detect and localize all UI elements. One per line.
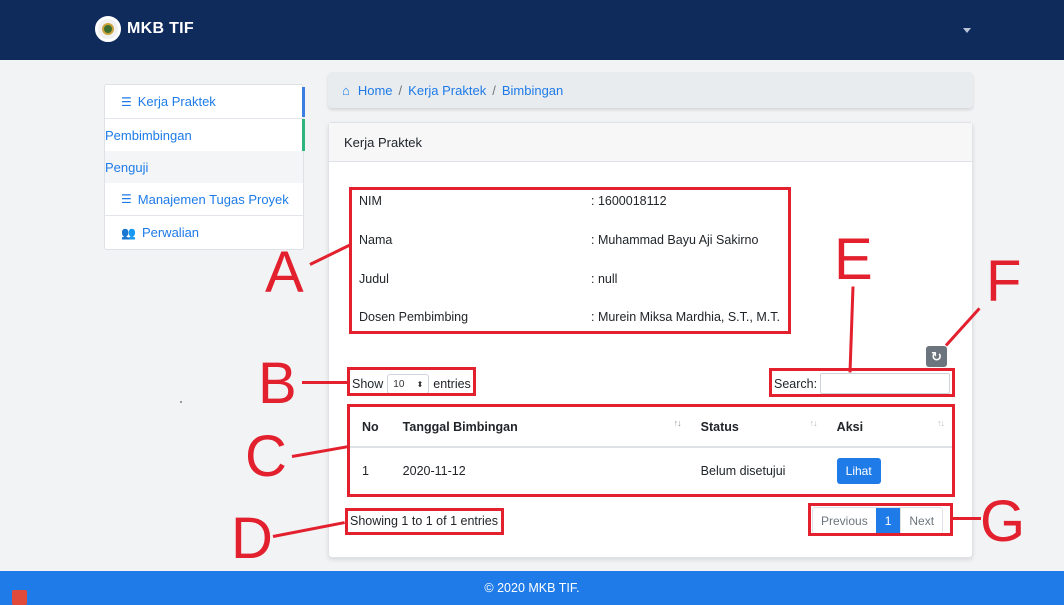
annotation-box-g [808,503,953,536]
breadcrumb-separator: / [492,82,496,98]
top-navbar: MKB TIF [0,0,1064,60]
card-title: Kerja Praktek [329,123,972,162]
annotation-line-b [302,381,348,384]
sidebar-item-kerja-praktek[interactable]: ☰ Kerja Praktek [105,85,305,119]
sidebar-subitem-penguji[interactable]: Penguji [105,151,303,183]
annotation-box-b [347,367,476,396]
annotation-label-e: E [834,227,873,292]
university-logo-icon [95,16,121,42]
annotation-label-b: B [258,351,297,416]
refresh-icon: ↻ [931,348,942,364]
annotation-box-c [347,404,955,497]
app-corner-icon[interactable] [12,590,27,605]
refresh-button[interactable]: ↻ [926,346,947,367]
brand-name: MKB TIF [127,20,194,37]
sidebar-item-label: Kerja Praktek [137,94,216,109]
sidebar-item-label: Manajemen Tugas Proyek [137,191,289,207]
user-dropdown-caret-icon[interactable] [963,28,971,33]
annotation-box-d [345,508,504,535]
annotation-box-e [769,368,955,397]
sidebar-item-label: Penguji [105,159,149,175]
users-icon: 👥 [121,225,136,240]
annotation-line-g [953,517,981,520]
brand-link[interactable]: MKB TIF [95,16,194,42]
footer: © 2020 MKB TIF. [0,571,1064,605]
list-icon: ☰ [121,94,132,109]
breadcrumb-separator: / [398,82,403,98]
sidebar-item-label: Pembimbingan [105,127,192,143]
annotation-label-f: F [986,249,1022,314]
annotation-label-d: D [231,506,273,571]
list-icon: ☰ [121,192,132,206]
breadcrumb: ⌂ Home / Kerja Praktek / Bimbingan [328,72,973,108]
sidebar: ☰ Kerja Praktek Pembimbingan Penguji ☰ M… [104,84,305,250]
breadcrumb-kerja-praktek[interactable]: Kerja Praktek [408,83,486,98]
annotation-label-a: A [265,240,304,305]
home-icon[interactable]: ⌂ [342,83,350,98]
sidebar-item-manajemen-tugas-proyek[interactable]: ☰ Manajemen Tugas Proyek [105,183,303,216]
breadcrumb-home[interactable]: Home [358,83,393,98]
stray-dot [180,401,182,403]
sidebar-item-label: Perwalian [141,225,200,240]
breadcrumb-bimbingan[interactable]: Bimbingan [502,83,563,98]
annotation-box-a [349,187,791,334]
annotation-label-g: G [980,489,1026,554]
sidebar-subitem-pembimbingan[interactable]: Pembimbingan [105,119,305,151]
annotation-label-c: C [245,424,287,489]
footer-copyright: © 2020 MKB TIF. [484,581,580,595]
